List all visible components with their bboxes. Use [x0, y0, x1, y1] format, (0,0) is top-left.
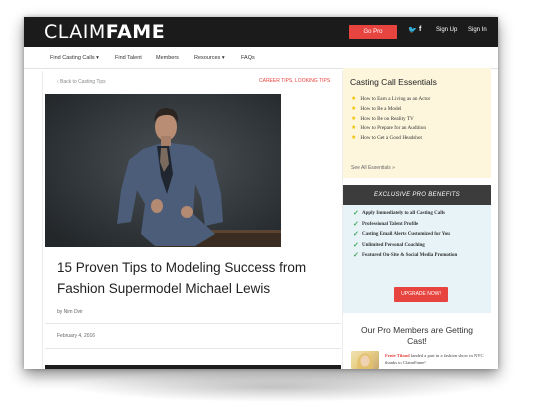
article-headline: 15 Proven Tips to Modeling Success from …	[57, 260, 307, 296]
sidebar: Casting Call Essentials ★ How to Earn a L…	[343, 68, 491, 369]
benefit-item: ✓ Professional Talent Profile	[353, 219, 419, 228]
star-icon: ★	[351, 135, 357, 142]
casting-essentials-box: Casting Call Essentials ★ How to Earn a L…	[343, 68, 491, 178]
divider	[45, 323, 341, 324]
star-icon: ★	[351, 115, 357, 122]
facebook-icon[interactable]: f	[419, 26, 421, 33]
article-date: February 4, 2016	[57, 333, 96, 339]
see-all-essentials-link[interactable]: See All Essentials »	[351, 165, 395, 171]
nav-faqs[interactable]: FAQs	[241, 55, 255, 61]
star-icon: ★	[351, 125, 357, 132]
check-icon: ✓	[353, 230, 359, 238]
nav-members[interactable]: Members	[156, 55, 179, 61]
twitter-icon[interactable]: 🐦	[408, 26, 417, 34]
member-success-story: Fenie Tiland landed a part in a fashion …	[385, 353, 484, 365]
go-pro-button[interactable]: Go Pro	[349, 25, 397, 39]
check-icon: ✓	[353, 209, 359, 217]
article-byline[interactable]: by Nim Dvir	[57, 309, 83, 315]
article-categories[interactable]: CAREER TIPS, LOOKING TIPS	[259, 78, 330, 84]
top-bar: CLAIMFAME Go Pro 🐦 f Sign Up Sign In	[24, 17, 498, 47]
nav-find-talent[interactable]: Find Talent	[115, 55, 142, 61]
benefit-item: ✓ Casting Email Alerts Customized for You	[353, 230, 450, 238]
nav-find-casting-calls[interactable]: Find Casting Calls ▾	[50, 55, 99, 61]
divider	[45, 348, 341, 349]
nav-resources[interactable]: Resources ▾	[194, 55, 225, 61]
claimfame-logo[interactable]: CLAIMFAME	[44, 21, 165, 43]
sign-in-link[interactable]: Sign In	[468, 27, 487, 33]
check-icon: ✓	[353, 251, 359, 259]
model-photo	[45, 94, 281, 247]
back-to-casting-tips-link[interactable]: ‹ Back to Casting Tips	[57, 79, 106, 85]
member-photo	[356, 353, 374, 369]
pro-benefits-list: ✓ Apply Immediately to all Casting Calls …	[353, 209, 489, 264]
benefit-item: ✓ Unlimited Personal Coaching	[353, 240, 425, 249]
star-icon: ★	[351, 105, 357, 112]
essentials-item[interactable]: ★ How to Be on Reality TV	[351, 115, 430, 125]
member-avatar[interactable]	[351, 351, 379, 369]
essentials-item[interactable]: ★ How to Earn a Living as an Actor	[351, 95, 430, 105]
main-nav: Find Casting Calls ▾ Find Talent Members…	[24, 47, 498, 69]
content-bar	[45, 365, 341, 369]
upgrade-now-button[interactable]: UPGRADE NOW!	[394, 287, 448, 302]
essentials-title: Casting Call Essentials	[350, 77, 437, 87]
member-name-link[interactable]: Fenie Tiland	[385, 353, 410, 358]
article-column: ‹ Back to Casting Tips CAREER TIPS, LOOK…	[42, 71, 343, 369]
essentials-item[interactable]: ★ How to Get a Good Headshot	[351, 134, 430, 144]
sign-up-link[interactable]: Sign Up	[436, 27, 457, 33]
pro-members-cast-title: Our Pro Members are Getting Cast!	[361, 325, 473, 346]
check-icon: ✓	[353, 240, 359, 249]
benefit-item: ✓ Apply Immediately to all Casting Calls	[353, 209, 445, 217]
pro-benefits-box: EXCLUSIVE PRO BENEFITS ✓ Apply Immediatel…	[343, 185, 491, 313]
browser-page: CLAIMFAME Go Pro 🐦 f Sign Up Sign In Fin…	[24, 17, 498, 369]
essentials-item[interactable]: ★ How to Be a Model	[351, 105, 430, 115]
page-shadow	[70, 372, 480, 402]
check-icon: ✓	[353, 219, 359, 228]
pro-benefits-title: EXCLUSIVE PRO BENEFITS	[343, 185, 491, 205]
essentials-item[interactable]: ★ How to Prepare for an Audition	[351, 124, 430, 134]
essentials-list: ★ How to Earn a Living as an Actor ★ How t…	[351, 95, 430, 144]
article-hero-image	[45, 94, 281, 247]
benefit-item: ✓ Featured On-Site & Social Media Promoti…	[353, 251, 458, 259]
star-icon: ★	[351, 96, 357, 102]
